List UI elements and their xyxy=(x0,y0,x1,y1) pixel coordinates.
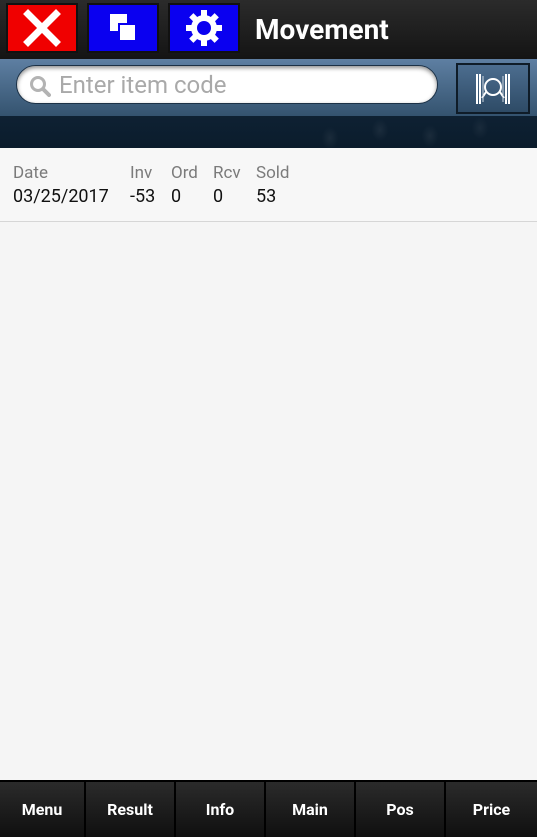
search-bar xyxy=(0,59,537,116)
close-icon xyxy=(23,9,61,47)
header-inv: Inv xyxy=(130,163,153,183)
movement-table: Date Inv Ord Rcv Sold 03/25/2017 -53 0 0… xyxy=(0,148,537,222)
row-ord: 0 xyxy=(171,186,182,207)
nav-info-button[interactable]: Info xyxy=(176,782,266,837)
header-ord: Ord xyxy=(171,163,198,183)
search-box[interactable] xyxy=(16,65,438,104)
row-sold: 53 xyxy=(256,186,277,207)
nav-result-button[interactable]: Result xyxy=(86,782,176,837)
settings-button[interactable] xyxy=(168,3,240,53)
copy-button[interactable] xyxy=(87,3,159,53)
header-date: Date xyxy=(13,163,48,183)
barcode-scan-icon xyxy=(476,73,510,104)
row-date: 03/25/2017 xyxy=(13,186,109,207)
search-icon xyxy=(30,76,51,97)
top-bar: Movement xyxy=(0,0,537,60)
row-rcv: 0 xyxy=(213,186,224,207)
nav-pos-button[interactable]: Pos xyxy=(356,782,446,837)
header-sold: Sold xyxy=(256,163,290,183)
close-button[interactable] xyxy=(6,3,78,53)
bottom-nav: Menu Result Info Main Pos Price xyxy=(0,780,537,837)
decorative-banner xyxy=(0,116,537,148)
nav-menu-button[interactable]: Menu xyxy=(0,782,86,837)
row-inv: -53 xyxy=(130,186,156,207)
copy-icon xyxy=(110,14,137,42)
gear-icon xyxy=(186,10,222,46)
page-title: Movement xyxy=(255,13,389,46)
nav-main-button[interactable]: Main xyxy=(266,782,356,837)
nav-price-button[interactable]: Price xyxy=(446,782,537,837)
header-rcv: Rcv xyxy=(213,163,241,183)
scan-button[interactable] xyxy=(456,63,530,114)
item-code-input[interactable] xyxy=(57,69,431,101)
